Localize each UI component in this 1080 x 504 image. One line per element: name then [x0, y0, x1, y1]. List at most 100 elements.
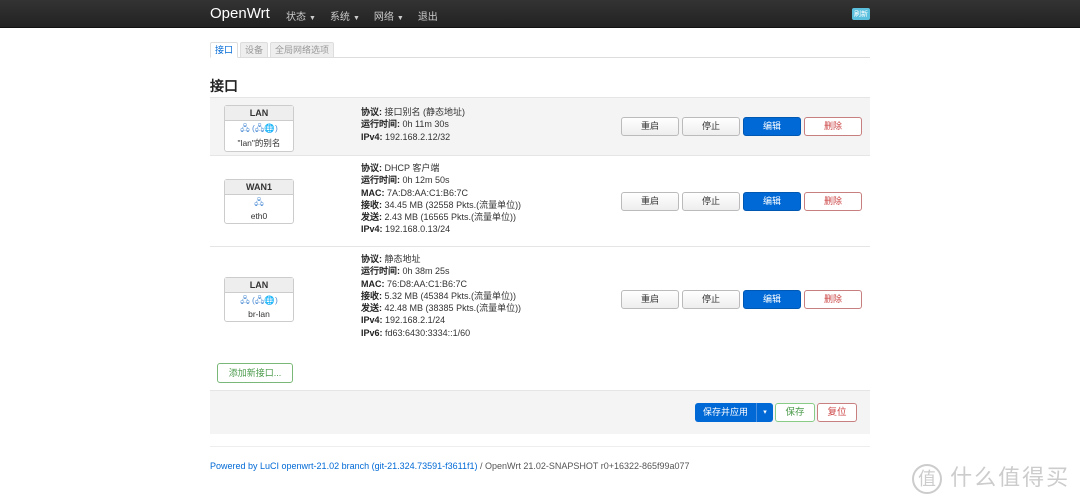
row-actions: 重启 停止 编辑 删除 [621, 290, 862, 309]
menu-logout[interactable]: 退出 [418, 8, 438, 23]
dropdown-caret-icon[interactable]: ▾ [757, 403, 773, 422]
info-value: 192.168.2.12/32 [385, 131, 451, 142]
info-label: 运行时间: [361, 119, 400, 130]
row-actions: 重启 停止 编辑 删除 [621, 192, 862, 211]
interface-badge: LAN 🖧 (🖧🌐) br-lan [224, 277, 294, 322]
interface-row: LAN 🖧 (🖧🌐) "lan"的别名 协议: 接口别名 (静态地址) 运行时间:… [210, 97, 870, 155]
save-apply-button-group: 保存并应用 ▾ [695, 403, 774, 422]
add-interface-button[interactable]: 添加新接口... [217, 363, 293, 383]
delete-button[interactable]: 删除 [804, 290, 862, 309]
restart-button[interactable]: 重启 [621, 290, 679, 309]
info-label: IPv6: [361, 327, 383, 338]
info-line: IPv4: 192.168.0.13/24 [361, 223, 521, 235]
info-label: 发送: [361, 303, 382, 314]
tab-bar: 接口 设备 全局网络选项 [210, 42, 870, 58]
info-line: 接收: 34.45 MB (32558 Pkts.(流量单位)) [361, 199, 521, 211]
info-value: 42.48 MB (38385 Pkts.(流量单位)) [384, 303, 522, 314]
interface-badge: LAN 🖧 (🖧🌐) "lan"的别名 [224, 105, 294, 152]
watermark-text: 什么值得买 [950, 465, 1071, 490]
info-value: 76:D8:AA:C1:B6:7C [387, 278, 468, 289]
interface-device: "lan"的别名 [237, 138, 281, 148]
stop-button[interactable]: 停止 [682, 117, 740, 136]
info-label: 运行时间: [361, 175, 400, 186]
delete-button[interactable]: 删除 [804, 192, 862, 211]
info-line: 接收: 5.32 MB (45384 Pkts.(流量单位)) [361, 290, 521, 302]
save-button[interactable]: 保存 [775, 403, 815, 422]
interface-row: LAN 🖧 (🖧🌐) br-lan 协议: 静态地址 运行时间: 0h 38m 2… [210, 246, 870, 355]
info-line: 发送: 42.48 MB (38385 Pkts.(流量单位)) [361, 302, 521, 314]
info-value: 2.43 MB (16565 Pkts.(流量单位)) [384, 212, 517, 223]
info-label: IPv4: [361, 131, 383, 142]
interface-device: eth0 [250, 211, 268, 221]
info-label: 协议: [361, 107, 382, 117]
info-line: 协议: DHCP 客户端 [361, 162, 521, 174]
restart-button[interactable]: 重启 [621, 192, 679, 211]
tab-global-options[interactable]: 全局网络选项 [270, 42, 335, 58]
footer-version: / OpenWrt 21.02-SNAPSHOT r0+16322-865f99… [477, 461, 690, 471]
info-label: 协议: [361, 254, 382, 264]
info-line: 发送: 2.43 MB (16565 Pkts.(流量单位)) [361, 211, 521, 223]
info-label: 接收: [361, 290, 382, 301]
tab-interfaces[interactable]: 接口 [210, 42, 239, 58]
interface-device: br-lan [248, 309, 270, 319]
interface-name: LAN [225, 106, 293, 121]
caret-down-icon: ▼ [352, 15, 360, 22]
interface-info: 协议: DHCP 客户端 运行时间: 0h 12m 50s MAC: 7A:D8:A… [361, 162, 521, 236]
edit-button[interactable]: 编辑 [743, 192, 801, 211]
divider [210, 446, 870, 447]
info-line: 运行时间: 0h 38m 25s [361, 265, 521, 277]
page-title: 接口 [210, 78, 238, 94]
save-apply-button[interactable]: 保存并应用 [695, 403, 758, 422]
info-label: MAC: [361, 278, 385, 289]
edit-button[interactable]: 编辑 [743, 290, 801, 309]
menu-label: 状态 [286, 12, 306, 23]
watermark: 值 什么值得买 [912, 460, 1071, 495]
info-line: 运行时间: 0h 12m 50s [361, 174, 521, 186]
reset-button[interactable]: 复位 [817, 403, 857, 422]
info-line: 协议: 接口别名 (静态地址) [361, 106, 465, 118]
network-port-icon: 🖧 (🖧🌐) [240, 123, 278, 133]
info-line: IPv4: 192.168.2.1/24 [361, 314, 521, 326]
network-port-icon: 🖧 [254, 197, 264, 207]
stop-button[interactable]: 停止 [682, 290, 740, 309]
caret-down-icon: ▼ [396, 15, 404, 22]
network-port-icon: 🖧 (🖧🌐) [240, 295, 278, 305]
luci-link[interactable]: Powered by LuCI openwrt-21.02 branch (gi… [210, 461, 478, 471]
brand-logo[interactable]: OpenWrt [210, 5, 270, 22]
info-value: 7A:D8:AA:C1:B6:7C [387, 187, 469, 198]
interface-info: 协议: 静态地址 运行时间: 0h 38m 25s MAC: 76:D8:AA:C1… [361, 253, 521, 339]
watermark-logo-icon: 值 [912, 464, 942, 495]
info-value: 0h 38m 25s [402, 266, 450, 277]
interface-name: LAN [225, 278, 293, 293]
menu-status[interactable]: 状态 ▼ [286, 8, 316, 23]
restart-button[interactable]: 重启 [621, 117, 679, 136]
info-line: 协议: 静态地址 [361, 253, 521, 265]
stop-button[interactable]: 停止 [682, 192, 740, 211]
delete-button[interactable]: 删除 [804, 117, 862, 136]
info-value: 接口别名 (静态地址) [384, 107, 466, 117]
info-value: 0h 12m 50s [402, 175, 450, 186]
interface-row: WAN1 🖧 eth0 协议: DHCP 客户端 运行时间: 0h 12m 50s… [210, 155, 870, 246]
tab-devices[interactable]: 设备 [240, 42, 269, 58]
info-value: 5.32 MB (45384 Pkts.(流量单位)) [384, 290, 517, 301]
info-label: 运行时间: [361, 266, 400, 277]
menu-label: 网络 [373, 12, 394, 23]
info-label: 接收: [361, 199, 382, 210]
footer: Powered by LuCI openwrt-21.02 branch (gi… [210, 461, 690, 471]
info-value: 34.45 MB (32558 Pkts.(流量单位)) [384, 199, 522, 210]
info-line: MAC: 76:D8:AA:C1:B6:7C [361, 278, 521, 290]
refresh-badge[interactable]: 刷新 [852, 8, 870, 20]
info-value: fd63:6430:3334::1/60 [385, 327, 471, 338]
menu-system[interactable]: 系统 ▼ [330, 8, 360, 23]
info-label: 发送: [361, 212, 382, 223]
info-label: MAC: [361, 187, 385, 198]
interface-name: WAN1 [225, 180, 293, 195]
action-bar: 保存并应用 ▾ 保存 复位 [210, 390, 870, 434]
interface-info: 协议: 接口别名 (静态地址) 运行时间: 0h 11m 30s IPv4: 192… [361, 106, 465, 143]
info-label: IPv4: [361, 224, 383, 235]
row-actions: 重启 停止 编辑 删除 [621, 117, 862, 136]
top-navbar: OpenWrt 状态 ▼ 系统 ▼ 网络 ▼ 退出 刷新 [0, 0, 1080, 28]
info-value: 192.168.0.13/24 [385, 224, 451, 235]
menu-network[interactable]: 网络 ▼ [374, 8, 404, 23]
edit-button[interactable]: 编辑 [743, 117, 801, 136]
